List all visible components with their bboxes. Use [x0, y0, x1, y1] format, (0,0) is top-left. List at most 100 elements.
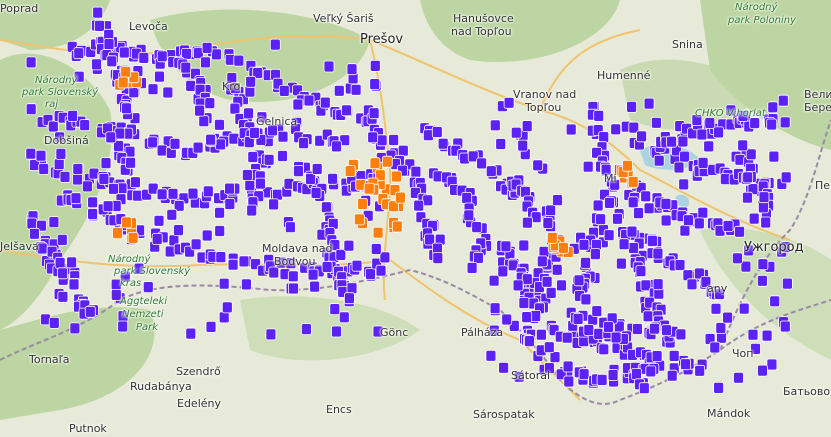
bus-stop-highlight-icon[interactable] — [117, 76, 129, 89]
bus-stop-icon[interactable] — [156, 50, 168, 63]
bus-stop-icon[interactable] — [734, 225, 745, 238]
bus-stop-icon[interactable] — [341, 104, 352, 117]
bus-stop-icon[interactable] — [205, 133, 217, 146]
bus-stop-icon[interactable] — [263, 153, 275, 166]
bus-stop-icon[interactable] — [192, 141, 204, 154]
bus-stop-icon[interactable] — [643, 202, 655, 215]
bus-stop-icon[interactable] — [645, 365, 657, 378]
bus-stop-icon[interactable] — [265, 328, 277, 341]
bus-stop-icon[interactable] — [666, 135, 677, 148]
bus-stop-icon[interactable] — [240, 278, 252, 291]
bus-stop-icon[interactable] — [758, 201, 769, 214]
bus-stop-icon[interactable] — [583, 324, 595, 336]
bus-stop-icon[interactable] — [636, 130, 647, 143]
bus-stop-icon[interactable] — [543, 341, 555, 354]
bus-stop-icon[interactable] — [578, 238, 590, 251]
bus-stop-icon[interactable] — [28, 227, 40, 240]
bus-stop-icon[interactable] — [72, 163, 84, 175]
bus-stop-icon[interactable] — [593, 110, 605, 122]
bus-stop-icon[interactable] — [476, 157, 488, 170]
bus-stop-highlight-icon[interactable] — [127, 231, 139, 244]
bus-stop-icon[interactable] — [57, 267, 68, 280]
bus-stop-highlight-icon[interactable] — [627, 175, 639, 188]
bus-stop-icon[interactable] — [565, 123, 577, 136]
bus-stop-icon[interactable] — [92, 6, 104, 19]
bus-stop-icon[interactable] — [351, 259, 363, 272]
bus-stop-icon[interactable] — [551, 263, 563, 276]
bus-stop-highlight-icon[interactable] — [121, 216, 132, 229]
bus-stop-icon[interactable] — [713, 126, 724, 139]
bus-stop-icon[interactable] — [651, 350, 663, 363]
bus-stop-icon[interactable] — [214, 225, 226, 237]
bus-stop-icon[interactable] — [57, 290, 69, 303]
bus-stop-icon[interactable] — [697, 156, 709, 169]
bus-stop-icon[interactable] — [73, 47, 85, 60]
bus-stop-icon[interactable] — [651, 116, 662, 129]
bus-stop-highlight-icon[interactable] — [357, 197, 368, 210]
bus-stop-icon[interactable] — [106, 55, 118, 68]
bus-stop-icon[interactable] — [132, 189, 144, 202]
bus-stop-icon[interactable] — [461, 192, 473, 204]
bus-stop-icon[interactable] — [25, 56, 37, 69]
bus-stop-icon[interactable] — [431, 126, 443, 138]
bus-stop-icon[interactable] — [766, 358, 778, 371]
bus-stop-icon[interactable] — [590, 248, 601, 261]
bus-stop-icon[interactable] — [497, 265, 509, 278]
bus-stop-icon[interactable] — [471, 221, 483, 234]
bus-stop-icon[interactable] — [254, 177, 266, 190]
bus-stop-icon[interactable] — [59, 170, 71, 183]
bus-stop-icon[interactable] — [769, 295, 781, 308]
bus-stop-icon[interactable] — [532, 159, 544, 172]
bus-stop-icon[interactable] — [229, 102, 241, 115]
bus-stop-icon[interactable] — [243, 107, 254, 120]
bus-stop-icon[interactable] — [84, 305, 96, 318]
bus-stop-icon[interactable] — [268, 198, 280, 211]
bus-stop-icon[interactable] — [572, 312, 584, 325]
bus-stop-icon[interactable] — [224, 182, 236, 195]
bus-stop-icon[interactable] — [766, 118, 778, 131]
bus-stop-icon[interactable] — [162, 86, 174, 99]
bus-stop-icon[interactable] — [147, 182, 159, 195]
bus-stop-icon[interactable] — [521, 311, 533, 324]
bus-stop-icon[interactable] — [713, 381, 724, 394]
bus-stop-icon[interactable] — [173, 224, 184, 237]
bus-stop-icon[interactable] — [696, 128, 708, 141]
bus-stop-icon[interactable] — [367, 131, 379, 144]
bus-stop-highlight-icon[interactable] — [120, 66, 132, 78]
bus-stop-icon[interactable] — [311, 163, 323, 175]
bus-stop-icon[interactable] — [498, 361, 510, 374]
bus-stop-icon[interactable] — [603, 229, 615, 242]
bus-stop-icon[interactable] — [686, 278, 698, 291]
bus-stop-icon[interactable] — [677, 135, 689, 148]
bus-stop-icon[interactable] — [549, 351, 561, 364]
bus-stop-icon[interactable] — [129, 176, 141, 189]
bus-stop-icon[interactable] — [768, 150, 780, 163]
bus-stop-icon[interactable] — [757, 258, 769, 271]
bus-stop-icon[interactable] — [147, 136, 159, 149]
bus-stop-icon[interactable] — [55, 147, 67, 160]
bus-stop-icon[interactable] — [582, 160, 594, 173]
bus-stop-icon[interactable] — [612, 212, 623, 225]
bus-stop-icon[interactable] — [187, 187, 199, 200]
bus-stop-icon[interactable] — [580, 256, 591, 269]
bus-stop-icon[interactable] — [556, 279, 567, 292]
bus-stop-icon[interactable] — [661, 324, 672, 337]
bus-stop-icon[interactable] — [437, 137, 449, 150]
bus-stop-icon[interactable] — [536, 255, 548, 268]
bus-stop-icon[interactable] — [660, 197, 672, 210]
bus-stop-icon[interactable] — [180, 61, 192, 74]
bus-stop-icon[interactable] — [562, 360, 574, 373]
bus-stop-icon[interactable] — [660, 214, 672, 227]
bus-stop-icon[interactable] — [432, 252, 444, 265]
bus-stop-icon[interactable] — [632, 323, 643, 335]
bus-stop-icon[interactable] — [410, 165, 422, 178]
bus-stop-highlight-icon[interactable] — [381, 155, 393, 168]
bus-stop-icon[interactable] — [485, 165, 497, 178]
bus-stop-icon[interactable] — [635, 265, 647, 278]
bus-stop-icon[interactable] — [598, 343, 610, 356]
bus-stop-icon[interactable] — [117, 320, 129, 333]
bus-stop-icon[interactable] — [48, 216, 60, 229]
bus-stop-highlight-icon[interactable] — [112, 227, 123, 240]
bus-stop-icon[interactable] — [649, 322, 660, 335]
bus-stop-icon[interactable] — [215, 138, 227, 151]
